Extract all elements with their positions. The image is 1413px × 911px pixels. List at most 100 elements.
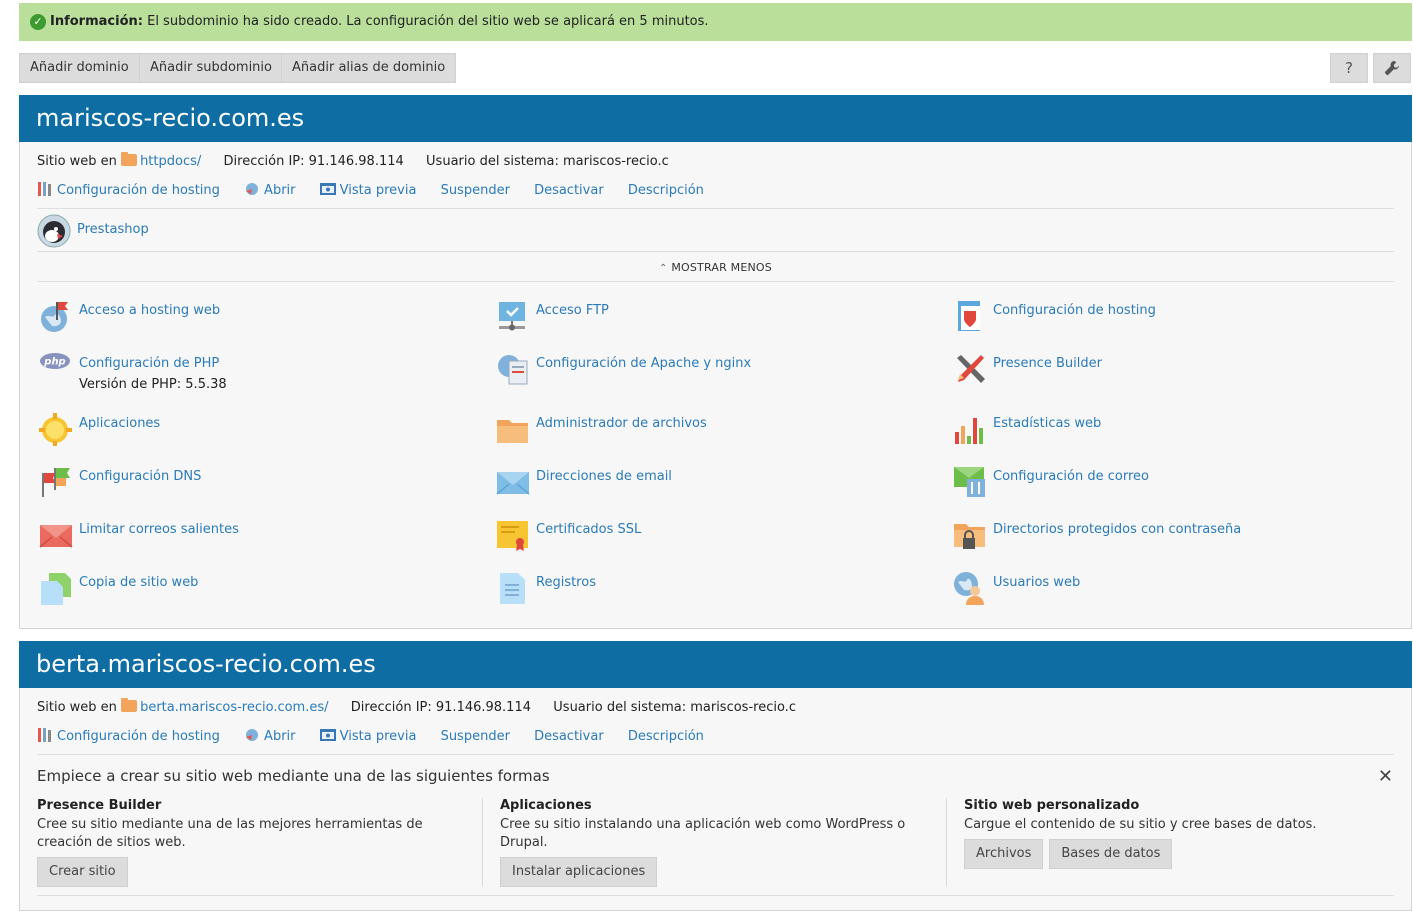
show-less-toggle[interactable]: ⌃ MOSTRAR MENOS: [20, 261, 1411, 274]
help-button[interactable]: ?: [1330, 53, 1368, 83]
option-desc: Cree su sitio instalando una aplicación …: [500, 817, 906, 850]
copy-pages-icon: [41, 573, 71, 605]
web-user-icon: [954, 572, 984, 605]
tool-label[interactable]: Acceso FTP: [536, 303, 609, 318]
dns-flags-icon: [42, 468, 70, 497]
certificate-icon: [497, 521, 528, 551]
doc-root-link[interactable]: berta.mariscos-recio.com.es/: [140, 700, 328, 715]
open-link[interactable]: Abrir: [244, 729, 296, 744]
deactivate-link[interactable]: Desactivar: [534, 183, 604, 198]
ip-value: 91.146.98.114: [435, 700, 531, 715]
option-presence-builder: Presence Builder Cree su sitio mediante …: [37, 798, 477, 887]
hosting-tools-icon: [38, 182, 51, 196]
site-title[interactable]: berta.mariscos-recio.com.es: [19, 641, 1412, 688]
red-envelope-icon: [39, 525, 73, 548]
add-domain-button[interactable]: Añadir dominio: [19, 53, 140, 83]
tool-label[interactable]: Limitar correos salientes: [79, 522, 239, 537]
option-desc: Cargue el contenido de su sitio y cree b…: [964, 817, 1317, 832]
wrench-icon: [1384, 61, 1399, 76]
preview-icon: [319, 729, 336, 741]
tool-label[interactable]: Configuración DNS: [79, 469, 201, 484]
preview-icon: [319, 183, 336, 195]
tool-label[interactable]: Configuración de PHP: [79, 356, 219, 371]
add-subdomain-button[interactable]: Añadir subdominio: [139, 53, 283, 83]
preview-link[interactable]: Vista previa: [319, 729, 416, 744]
tool-label[interactable]: Certificados SSL: [536, 522, 641, 537]
tool-label[interactable]: Presence Builder: [993, 356, 1102, 371]
option-title: Sitio web personalizado: [964, 798, 1140, 813]
folder-icon: [121, 698, 138, 712]
tool-label[interactable]: Aplicaciones: [79, 416, 160, 431]
option-title: Presence Builder: [37, 798, 162, 813]
site-actions: Configuración de hosting Abrir Vista pre…: [37, 728, 724, 744]
deactivate-link[interactable]: Desactivar: [534, 729, 604, 744]
ftp-icon: [499, 302, 525, 331]
site-panel-berta: berta.mariscos-recio.com.es Sitio web en…: [19, 641, 1412, 911]
divider: [37, 281, 1394, 282]
description-link[interactable]: Descripción: [628, 183, 704, 198]
suspend-link[interactable]: Suspender: [441, 729, 510, 744]
option-desc: Cree su sitio mediante una de las mejore…: [37, 817, 423, 850]
column-divider: [482, 798, 483, 886]
divider: [37, 208, 1394, 209]
create-site-button[interactable]: Crear sitio: [37, 857, 128, 887]
folder-icon: [121, 152, 138, 166]
description-link[interactable]: Descripción: [628, 729, 704, 744]
php-icon: php: [40, 353, 70, 369]
tool-label[interactable]: Copia de sitio web: [79, 575, 198, 590]
preview-link[interactable]: Vista previa: [319, 183, 416, 198]
site-info-line: Sitio web en berta.mariscos-recio.com.es…: [37, 698, 796, 715]
add-domain-alias-button[interactable]: Añadir alias de dominio: [281, 53, 457, 83]
site-title[interactable]: mariscos-recio.com.es: [19, 95, 1412, 142]
databases-button[interactable]: Bases de datos: [1049, 839, 1173, 869]
mail-settings-icon: [954, 467, 985, 497]
tool-label[interactable]: Registros: [536, 575, 596, 590]
tool-label[interactable]: Administrador de archivos: [536, 416, 707, 431]
tool-label[interactable]: Estadísticas web: [993, 416, 1101, 431]
locked-folder-icon: [954, 524, 985, 549]
svg-text:php: php: [43, 357, 65, 368]
divider: [37, 251, 1394, 252]
option-custom-website: Sitio web personalizado Cargue el conten…: [964, 798, 1404, 869]
close-icon[interactable]: ✕: [1378, 766, 1393, 787]
help-icon: ?: [1345, 59, 1353, 77]
tools-button[interactable]: [1373, 53, 1411, 83]
tool-label[interactable]: Configuración de Apache y nginx: [536, 356, 751, 371]
tool-label[interactable]: Configuración de hosting: [993, 303, 1156, 318]
hosting-settings-link[interactable]: Configuración de hosting: [37, 182, 220, 198]
prestashop-link[interactable]: Prestashop: [77, 222, 149, 237]
divider: [37, 895, 1394, 896]
doc-root-link[interactable]: httpdocs/: [140, 154, 201, 169]
tool-label[interactable]: Direcciones de email: [536, 469, 672, 484]
divider: [37, 754, 1394, 755]
site-at-label: Sitio web en: [37, 154, 117, 169]
globe-flag-icon: [41, 302, 68, 332]
ip-value: 91.146.98.114: [308, 154, 404, 169]
site-info-line: Sitio web en httpdocs/ Dirección IP: 91.…: [37, 152, 669, 169]
notice-label: Información:: [50, 14, 143, 29]
tool-label[interactable]: Directorios protegidos con contraseña: [993, 522, 1241, 537]
get-started-title: Empiece a crear su sitio web mediante un…: [37, 767, 550, 785]
tool-label[interactable]: Configuración de correo: [993, 469, 1149, 484]
tool-label[interactable]: Acceso a hosting web: [79, 303, 220, 318]
option-title: Aplicaciones: [500, 798, 592, 813]
site-panel-mariscos: mariscos-recio.com.es Sitio web en httpd…: [19, 95, 1412, 629]
files-button[interactable]: Archivos: [964, 839, 1044, 869]
notice-text: El subdominio ha sido creado. La configu…: [142, 14, 709, 29]
check-icon: ✓: [30, 14, 46, 30]
hosting-tools-icon: [38, 728, 51, 742]
suspend-link[interactable]: Suspender: [441, 183, 510, 198]
tool-label[interactable]: Usuarios web: [993, 575, 1080, 590]
system-user-label: Usuario del sistema:: [426, 154, 559, 169]
open-link[interactable]: Abrir: [244, 183, 296, 198]
ip-label: Dirección IP:: [223, 154, 305, 169]
install-apps-button[interactable]: Instalar aplicaciones: [500, 857, 658, 887]
chevron-up-icon: ⌃: [659, 263, 668, 274]
system-user-value: mariscos-recio.c: [562, 154, 669, 169]
gear-icon: [39, 413, 72, 446]
system-user-label: Usuario del sistema:: [553, 700, 687, 715]
prestashop-icon: [37, 214, 71, 248]
globe-arrow-icon: [246, 183, 259, 195]
hosting-settings-link[interactable]: Configuración de hosting: [37, 728, 220, 744]
folder-icon: [497, 420, 528, 443]
